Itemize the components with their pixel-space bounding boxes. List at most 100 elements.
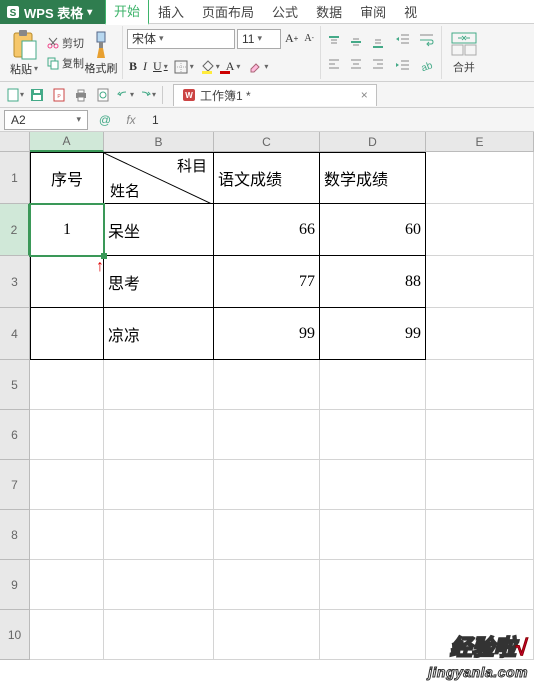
col-header-B[interactable]: B (104, 132, 214, 152)
cell-D4[interactable]: 99 (320, 308, 426, 360)
row-header-7[interactable]: 7 (0, 460, 30, 510)
cell-D9[interactable] (320, 560, 426, 610)
cell-E4[interactable] (426, 308, 534, 360)
fill-color-button[interactable]: ▾ (198, 57, 222, 77)
cell-C9[interactable] (214, 560, 320, 610)
paste-button[interactable]: 粘贴▾ (4, 29, 44, 77)
cell-D5[interactable] (320, 360, 426, 410)
cell-C7[interactable] (214, 460, 320, 510)
select-all-button[interactable] (0, 132, 30, 152)
cell-D3[interactable]: 88 (320, 256, 426, 308)
row-header-6[interactable]: 6 (0, 410, 30, 460)
col-header-A[interactable]: A (30, 132, 104, 152)
cell-D8[interactable] (320, 510, 426, 560)
col-header-E[interactable]: E (426, 132, 534, 152)
cell-B4[interactable]: 凉凉 (104, 308, 214, 360)
undo-button[interactable]: ▾ (115, 85, 135, 105)
cell-A9[interactable] (30, 560, 104, 610)
close-tab-icon[interactable]: × (361, 88, 368, 102)
increase-indent-button[interactable] (393, 56, 413, 76)
cell-D6[interactable] (320, 410, 426, 460)
font-name-select[interactable]: 宋体▾ (127, 29, 235, 49)
redo-button[interactable]: ▾ (137, 85, 157, 105)
row-header-10[interactable]: 10 (0, 610, 30, 660)
document-tab[interactable]: W 工作簿1 * × (173, 84, 377, 106)
cell-A1[interactable]: 序号 (30, 152, 104, 204)
cell-B8[interactable] (104, 510, 214, 560)
font-size-select[interactable]: 11▾ (237, 29, 281, 49)
tab-layout[interactable]: 页面布局 (193, 0, 263, 24)
col-header-D[interactable]: D (320, 132, 426, 152)
wrap-text-button[interactable] (417, 30, 437, 50)
row-header-1[interactable]: 1 (0, 152, 30, 204)
cell-E8[interactable] (426, 510, 534, 560)
cell-A7[interactable] (30, 460, 104, 510)
cell-C1[interactable]: 语文成绩 (214, 152, 320, 204)
decrease-font-button[interactable]: A- (302, 29, 316, 49)
underline-button[interactable]: U▾ (151, 57, 170, 77)
cell-D10[interactable] (320, 610, 426, 660)
italic-button[interactable]: I (141, 57, 149, 77)
cell-A6[interactable] (30, 410, 104, 460)
cell-D2[interactable]: 60 (320, 204, 426, 256)
fx-at-button[interactable]: @ (92, 110, 118, 130)
row-header-9[interactable]: 9 (0, 560, 30, 610)
cell-E6[interactable] (426, 410, 534, 460)
cell-B1[interactable]: 科目 姓名 (104, 152, 214, 204)
print-preview-button[interactable] (93, 85, 113, 105)
cell-E9[interactable] (426, 560, 534, 610)
cell-E1[interactable] (426, 152, 534, 204)
export-pdf-button[interactable]: P (49, 85, 69, 105)
cell-B7[interactable] (104, 460, 214, 510)
fx-button[interactable]: fx (118, 110, 144, 130)
cell-E2[interactable] (426, 204, 534, 256)
cell-E3[interactable] (426, 256, 534, 308)
cell-A4[interactable] (30, 308, 104, 360)
cell-C6[interactable] (214, 410, 320, 460)
name-box[interactable]: A2 ▾ (4, 110, 88, 130)
align-top-button[interactable] (325, 32, 345, 52)
cut-button[interactable]: 剪切 (46, 34, 84, 52)
cell-A5[interactable] (30, 360, 104, 410)
tab-start[interactable]: 开始 (105, 0, 149, 25)
cell-E7[interactable] (426, 460, 534, 510)
format-painter-button[interactable]: 格式刷 (84, 30, 118, 76)
align-center-button[interactable] (347, 54, 367, 74)
orientation-button[interactable]: ab (417, 56, 437, 76)
cell-A3[interactable] (30, 256, 104, 308)
cell-B10[interactable] (104, 610, 214, 660)
copy-button[interactable]: 复制 (46, 54, 84, 72)
formula-input[interactable]: 1 (144, 113, 534, 127)
tab-view[interactable]: 视 (395, 0, 426, 24)
cell-C10[interactable] (214, 610, 320, 660)
clear-format-button[interactable]: ▾ (246, 57, 270, 77)
tab-data[interactable]: 数据 (307, 0, 351, 24)
row-header-2[interactable]: 2 (0, 204, 30, 256)
col-header-C[interactable]: C (214, 132, 320, 152)
align-bottom-button[interactable] (369, 32, 389, 52)
tab-insert[interactable]: 插入 (149, 0, 193, 24)
align-left-button[interactable] (325, 54, 345, 74)
align-middle-button[interactable] (347, 32, 367, 52)
row-header-8[interactable]: 8 (0, 510, 30, 560)
cell-B5[interactable] (104, 360, 214, 410)
decrease-indent-button[interactable] (393, 30, 413, 50)
cell-B9[interactable] (104, 560, 214, 610)
cell-C8[interactable] (214, 510, 320, 560)
row-header-3[interactable]: 3 (0, 256, 30, 308)
cell-D7[interactable] (320, 460, 426, 510)
cell-C4[interactable]: 99 (214, 308, 320, 360)
cell-C5[interactable] (214, 360, 320, 410)
cell-D1[interactable]: 数学成绩 (320, 152, 426, 204)
align-right-button[interactable] (369, 54, 389, 74)
cell-B6[interactable] (104, 410, 214, 460)
tab-formula[interactable]: 公式 (263, 0, 307, 24)
cell-A8[interactable] (30, 510, 104, 560)
cell-B2[interactable]: 呆坐 (104, 204, 214, 256)
new-button[interactable]: ▾ (5, 85, 25, 105)
row-header-4[interactable]: 4 (0, 308, 30, 360)
increase-font-button[interactable]: A+ (283, 29, 300, 49)
cell-C3[interactable]: 77 (214, 256, 320, 308)
print-button[interactable] (71, 85, 91, 105)
cell-A10[interactable] (30, 610, 104, 660)
